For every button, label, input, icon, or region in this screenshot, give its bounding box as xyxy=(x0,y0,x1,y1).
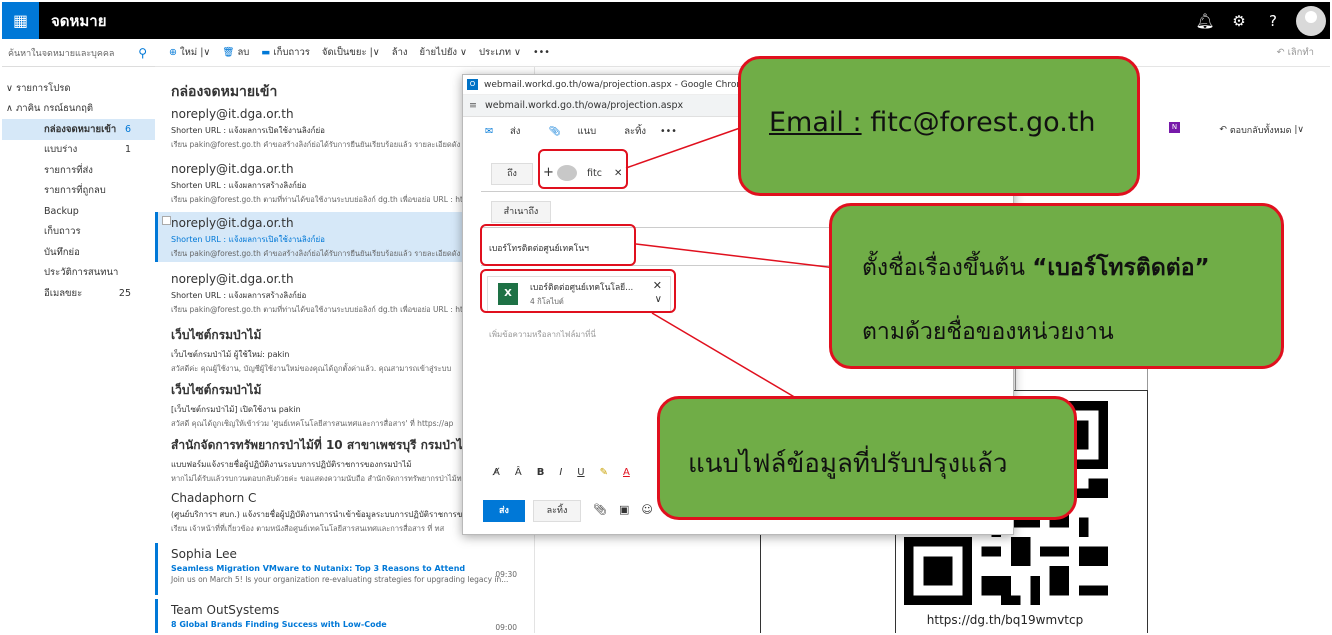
message-time: 09:30 xyxy=(495,570,517,579)
search-input[interactable]: ค้นหาในจดหมายและบุคคล ⚲ xyxy=(2,39,155,67)
undo-button[interactable]: ↶ เลิกทำ xyxy=(1277,45,1314,60)
discard-toolbar-button[interactable]: ละทิ้ง xyxy=(624,124,646,139)
site-info-icon[interactable]: ≡ xyxy=(469,100,477,111)
categorize-button[interactable]: ประเภท ∨ xyxy=(479,45,521,60)
font-color-icon[interactable]: A xyxy=(623,467,630,478)
message-time: 09:00 xyxy=(495,623,517,632)
favorites-header[interactable]: ∨ รายการโปรด xyxy=(2,78,155,99)
junk-button[interactable]: จัดเป็นขยะ |∨ xyxy=(322,45,380,60)
paperclip-icon[interactable]: 📎︎ xyxy=(593,503,607,516)
folder-archive[interactable]: เก็บถาวร xyxy=(2,222,155,243)
underline-icon[interactable]: U xyxy=(577,467,584,478)
send-button[interactable]: ส่ง xyxy=(483,500,525,522)
top-icons: 🔔︎ ⚙ ? xyxy=(1188,2,1330,39)
attach-toolbar-button[interactable]: 📎︎ แนบ xyxy=(548,124,610,139)
bold-icon[interactable]: B xyxy=(537,467,545,478)
folder-backup[interactable]: Backup xyxy=(2,201,155,222)
message-body-input[interactable]: เพิ่มข้อความหรือลากไฟล์มาที่นี่ xyxy=(489,328,596,341)
search-placeholder: ค้นหาในจดหมายและบุคคล xyxy=(8,48,115,59)
folder-junk[interactable]: อีเมลขยะ 25 xyxy=(2,283,155,304)
callout-attach: แนบไฟล์ข้อมูลที่ปรับปรุงแล้ว xyxy=(657,396,1077,520)
callout-subject: ตั้งชื่อเรื่องขึ้นต้น “เบอร์โทรติดต่อ” ต… xyxy=(829,203,1284,369)
send-toolbar-button[interactable]: ✉ ส่ง xyxy=(485,124,534,139)
format-toolbar: A̸ Â B I U ✎ A xyxy=(493,467,645,478)
help-icon[interactable]: ? xyxy=(1256,12,1290,30)
more-button[interactable]: ••• xyxy=(533,47,550,58)
to-button[interactable]: ถึง xyxy=(491,163,533,185)
callout-attach-text: แนบไฟล์ข้อมูลที่ปรับปรุงแล้ว xyxy=(688,449,1008,479)
callout-email-value: fitc@forest.go.th xyxy=(870,107,1096,138)
font-size-increase-icon[interactable]: Â xyxy=(515,467,522,478)
account-header[interactable]: ∧ ภาคิน กรณ์ธนกฤติ xyxy=(2,99,155,120)
folder-pane: ∨ รายการโปรด ∧ ภาคิน กรณ์ธนกฤติ กล่องจดห… xyxy=(2,78,155,304)
subject-highlight xyxy=(480,224,636,266)
recipient-highlight xyxy=(538,149,628,189)
delete-button[interactable]: 🗑︎ ลบ xyxy=(222,45,249,60)
app-launcher-icon[interactable]: ▦ xyxy=(2,2,39,39)
callout-email: Email : fitc@forest.go.th xyxy=(738,56,1140,196)
callout-subject-text: ตั้งชื่อเรื่องขึ้นต้น xyxy=(862,255,1033,281)
new-button[interactable]: ⊕ ใหม่ |∨ xyxy=(169,45,210,60)
gear-icon[interactable]: ⚙ xyxy=(1222,12,1256,30)
discard-button[interactable]: ละทิ้ง xyxy=(533,500,581,522)
callout-email-label: Email : xyxy=(769,107,862,138)
app-title: จดหมาย xyxy=(51,11,107,30)
folder-inbox[interactable]: กล่องจดหมายเข้า 6 xyxy=(2,119,155,140)
bell-icon[interactable]: 🔔︎ xyxy=(1188,12,1222,30)
italic-icon[interactable]: I xyxy=(559,467,562,478)
highlight-icon[interactable]: ✎ xyxy=(600,467,608,478)
cc-button[interactable]: สำเนาถึง xyxy=(491,201,551,223)
folder-sent[interactable]: รายการที่ส่ง xyxy=(2,160,155,181)
archive-button[interactable]: ▬ เก็บถาวร xyxy=(261,45,310,60)
image-icon[interactable]: ▣ xyxy=(619,503,629,516)
avatar[interactable] xyxy=(1296,5,1326,36)
folder-notes[interactable]: บันทึกย่อ xyxy=(2,242,155,263)
search-icon[interactable]: ⚲ xyxy=(138,46,147,60)
onenote-icon[interactable]: N xyxy=(1169,122,1180,133)
app-bar: ▦ จดหมาย 🔔︎ ⚙ ? xyxy=(2,2,1330,39)
bottom-icons: 📎︎ ▣ ☺ xyxy=(593,503,665,516)
outlook-icon: O xyxy=(467,79,478,90)
sweep-button[interactable]: ล้าง xyxy=(392,45,408,60)
reply-all-button[interactable]: ↶ ตอบกลับทั้งหมด |∨ xyxy=(1219,123,1304,137)
more-toolbar-button[interactable]: ••• xyxy=(660,126,677,137)
move-button[interactable]: ย้ายไปยัง ∨ xyxy=(420,45,467,60)
callout-subject-bold: “เบอร์โทรติดต่อ” xyxy=(1032,255,1210,281)
list-title: กล่องจดหมายเข้า xyxy=(171,84,278,100)
emoji-icon[interactable]: ☺ xyxy=(641,503,652,516)
folder-deleted[interactable]: รายการที่ถูกลบ xyxy=(2,181,155,202)
folder-drafts[interactable]: แบบร่าง 1 xyxy=(2,140,155,161)
select-checkbox[interactable] xyxy=(162,216,171,225)
qr-url: https://dg.th/bq19wmvtcp xyxy=(926,613,1084,627)
font-size-decrease-icon[interactable]: A̸ xyxy=(493,467,500,478)
list-item[interactable]: Team OutSystems 8 Global Brands Finding … xyxy=(155,599,534,633)
list-item[interactable]: Sophia Lee Seamless Migration VMware to … xyxy=(155,543,534,595)
attachment-highlight xyxy=(480,269,676,313)
callout-subject-line2: ตามด้วยชื่อของหน่วยงาน xyxy=(862,319,1114,345)
folder-history[interactable]: ประวัติการสนทนา xyxy=(2,263,155,284)
